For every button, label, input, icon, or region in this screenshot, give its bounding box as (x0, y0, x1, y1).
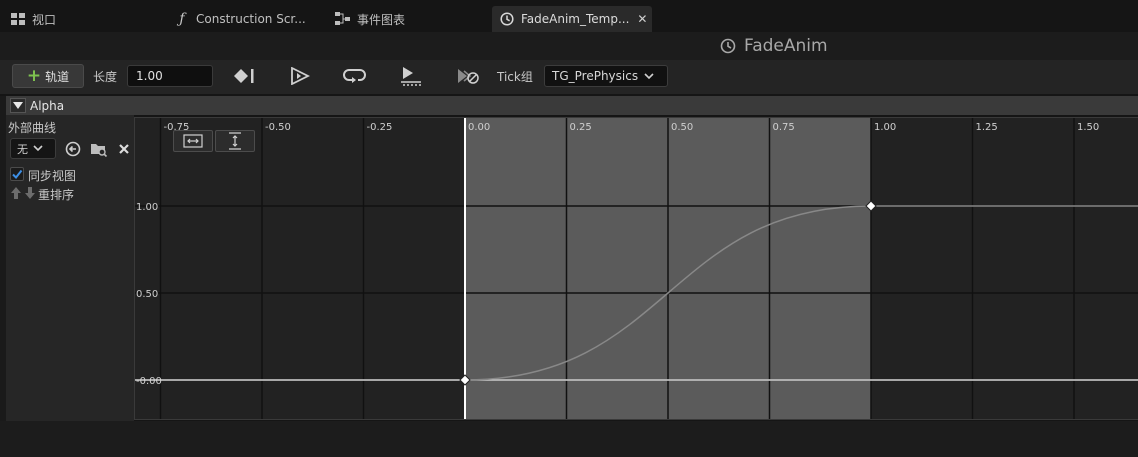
x-tick-label: 0.75 (773, 122, 795, 133)
collapse-triangle-icon[interactable] (10, 98, 26, 113)
delete-track-icon[interactable] (115, 140, 133, 158)
event-graph-icon (335, 11, 351, 27)
track-header[interactable]: Alpha (6, 96, 1138, 115)
fit-vertical-button[interactable] (215, 130, 255, 152)
tab-event-graph[interactable]: 事件图表 (335, 6, 405, 32)
reorder-label: 重排序 (38, 188, 75, 202)
tab-construction-script[interactable]: ƒ Construction Scr... (174, 6, 306, 32)
chevron-down-icon (644, 69, 654, 83)
tab-construction-script-label: Construction Scr... (196, 12, 306, 26)
tab-fadeanim-timeline[interactable]: FadeAnim_Temp... ✕ (492, 6, 652, 32)
length-label: 长度 (93, 70, 118, 84)
external-curve-select[interactable]: 无 (10, 138, 56, 159)
track-options-panel (6, 115, 134, 421)
x-tick-label: 0.50 (671, 122, 693, 133)
close-tab-icon[interactable]: ✕ (637, 12, 647, 26)
external-curve-label: 外部曲线 (8, 121, 57, 135)
tab-bar: 视口 ƒ Construction Scr... 事件图表 FadeAnim_T… (0, 0, 1138, 34)
tab-viewport[interactable]: 视口 (10, 6, 56, 32)
x-tick-label: 1.25 (976, 122, 998, 133)
timeline-clock-icon (499, 11, 515, 27)
track-name: Alpha (30, 98, 65, 113)
tab-viewport-label: 视口 (32, 12, 57, 27)
autoplay-icon[interactable] (288, 64, 312, 88)
arrow-down-icon[interactable] (23, 186, 37, 203)
function-icon: ƒ (179, 11, 185, 27)
loop-icon[interactable] (343, 64, 367, 88)
sync-view-checkbox[interactable] (10, 167, 24, 181)
x-tick-label: -0.50 (265, 122, 291, 133)
reorder-arrows[interactable] (9, 186, 37, 203)
timeline-clock-icon (720, 38, 736, 54)
y-tick-label: -0.00 (136, 376, 162, 387)
use-selected-asset-icon[interactable] (64, 140, 82, 158)
use-last-keyframe-icon[interactable] (232, 64, 256, 88)
add-track-label: 轨道 (45, 69, 70, 84)
asset-title: FadeAnim (720, 36, 828, 56)
x-tick-label: 1.00 (874, 122, 896, 133)
tab-fadeanim-label: FadeAnim_Temp... (521, 12, 630, 26)
asset-title-text: FadeAnim (744, 36, 828, 56)
tick-group-label: Tick组 (497, 70, 533, 84)
add-track-button[interactable]: + 轨道 (12, 64, 84, 88)
tab-event-graph-label: 事件图表 (357, 12, 406, 27)
viewport-grid-icon (10, 11, 26, 27)
plus-icon: + (26, 65, 42, 86)
ignore-time-dilation-icon[interactable] (456, 64, 480, 88)
replicated-icon[interactable] (399, 64, 423, 88)
asset-title-bar (0, 32, 1138, 60)
x-tick-label: -0.25 (367, 122, 393, 133)
fit-horizontal-button[interactable] (173, 130, 213, 152)
bottom-area (0, 421, 1138, 457)
arrow-up-icon[interactable] (9, 186, 23, 203)
length-input[interactable] (127, 65, 213, 87)
tick-group-value: TG_PrePhysics (552, 69, 639, 83)
browse-folder-icon[interactable] (90, 140, 108, 158)
curve-graph-canvas[interactable]: -0.75 -0.50 -0.25 0.00 0.25 0.50 0.75 1.00 1.25 1… (135, 118, 1138, 420)
sync-view-label: 同步视图 (28, 169, 77, 183)
curve-graph[interactable]: -0.75 -0.50 -0.25 0.00 0.25 0.50 0.75 1.00 1.25 1… (134, 117, 1138, 420)
external-curve-value: 无 (17, 142, 28, 156)
x-tick-label: 1.50 (1077, 122, 1099, 133)
x-tick-label: 0.00 (468, 122, 490, 133)
chevron-down-icon (33, 142, 43, 155)
y-tick-label: 0.50 (136, 289, 158, 300)
y-tick-label: 1.00 (136, 202, 158, 213)
x-tick-label: 0.25 (570, 122, 592, 133)
tick-group-select[interactable]: TG_PrePhysics (544, 65, 668, 87)
